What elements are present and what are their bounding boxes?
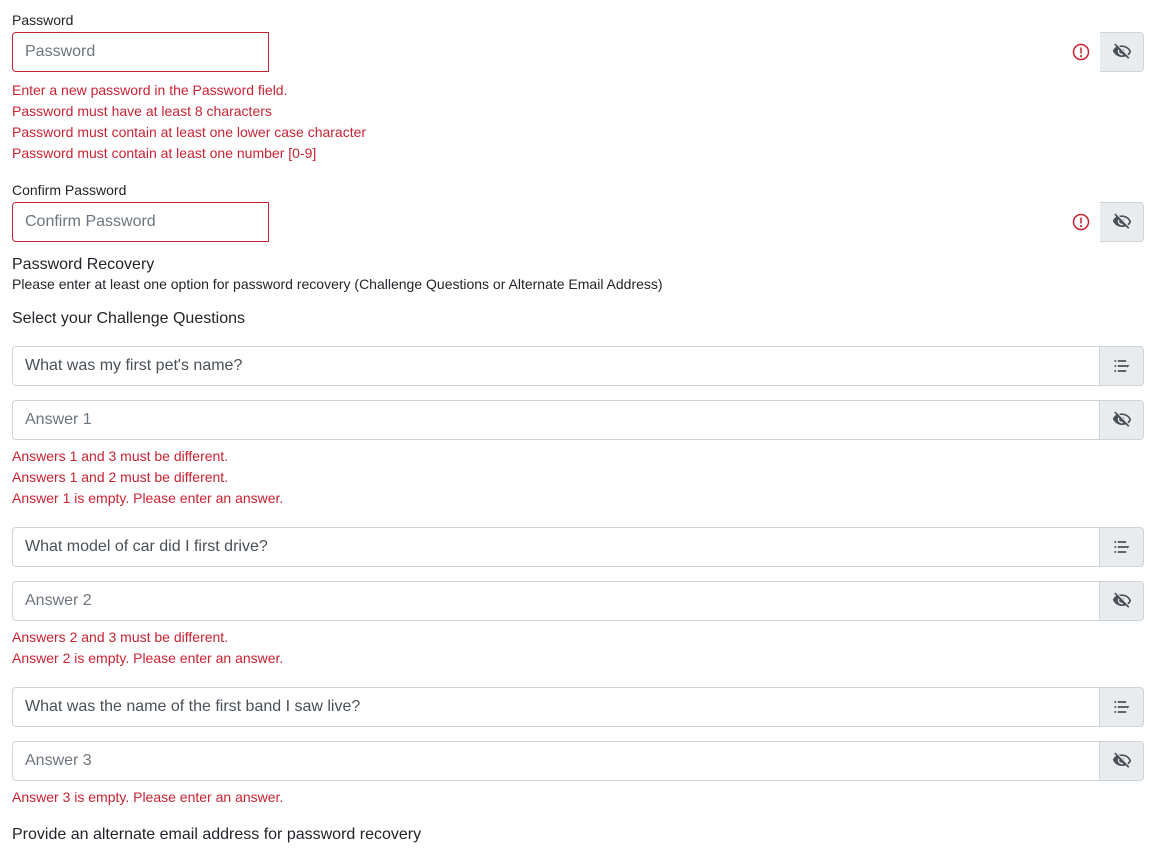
list-dropdown-icon	[1112, 537, 1132, 557]
password-label: Password	[12, 12, 1144, 28]
toggle-confirm-password-visibility-button[interactable]	[1100, 202, 1144, 242]
password-recovery-heading: Password Recovery	[12, 256, 1144, 274]
eye-off-icon	[1112, 42, 1132, 62]
select-question-3-button[interactable]	[1100, 687, 1144, 727]
eye-off-icon	[1112, 591, 1132, 611]
list-dropdown-icon	[1112, 356, 1132, 376]
password-input[interactable]	[12, 32, 269, 72]
challenge-question-1: What was my first pet's name?	[12, 346, 1100, 386]
challenge-question-3: What was the name of the first band I sa…	[12, 687, 1100, 727]
alternate-email-heading: Provide an alternate email address for p…	[12, 826, 1144, 844]
answer-3-errors: Answer 3 is empty. Please enter an answe…	[12, 787, 1144, 808]
error-message: Answer 1 is empty. Please enter an answe…	[12, 488, 1144, 509]
error-message: Password must contain at least one numbe…	[12, 143, 1144, 164]
answer-3-input[interactable]	[12, 741, 1100, 781]
error-icon	[1072, 43, 1090, 61]
answer-2-errors: Answers 2 and 3 must be different. Answe…	[12, 627, 1144, 669]
error-message: Answers 2 and 3 must be different.	[12, 627, 1144, 648]
challenge-questions-heading: Select your Challenge Questions	[12, 310, 1144, 328]
toggle-answer-3-visibility-button[interactable]	[1100, 741, 1144, 781]
toggle-answer-1-visibility-button[interactable]	[1100, 400, 1144, 440]
password-recovery-subtext: Please enter at least one option for pas…	[12, 276, 1144, 292]
error-message: Enter a new password in the Password fie…	[12, 80, 1144, 101]
error-message: Answer 3 is empty. Please enter an answe…	[12, 787, 1144, 808]
error-message: Password must have at least 8 characters	[12, 101, 1144, 122]
eye-off-icon	[1112, 751, 1132, 771]
answer-1-errors: Answers 1 and 3 must be different. Answe…	[12, 446, 1144, 509]
error-message: Answer 2 is empty. Please enter an answe…	[12, 648, 1144, 669]
answer-1-input[interactable]	[12, 400, 1100, 440]
list-dropdown-icon	[1112, 697, 1132, 717]
confirm-password-label: Confirm Password	[12, 182, 1144, 198]
select-question-1-button[interactable]	[1100, 346, 1144, 386]
error-message: Password must contain at least one lower…	[12, 122, 1144, 143]
challenge-question-2: What model of car did I first drive?	[12, 527, 1100, 567]
toggle-password-visibility-button[interactable]	[1100, 32, 1144, 72]
select-question-2-button[interactable]	[1100, 527, 1144, 567]
eye-off-icon	[1112, 212, 1132, 232]
answer-2-input[interactable]	[12, 581, 1100, 621]
confirm-password-input[interactable]	[12, 202, 269, 242]
error-icon	[1072, 213, 1090, 231]
error-message: Answers 1 and 3 must be different.	[12, 446, 1144, 467]
password-errors: Enter a new password in the Password fie…	[12, 80, 1144, 164]
eye-off-icon	[1112, 410, 1132, 430]
toggle-answer-2-visibility-button[interactable]	[1100, 581, 1144, 621]
error-message: Answers 1 and 2 must be different.	[12, 467, 1144, 488]
